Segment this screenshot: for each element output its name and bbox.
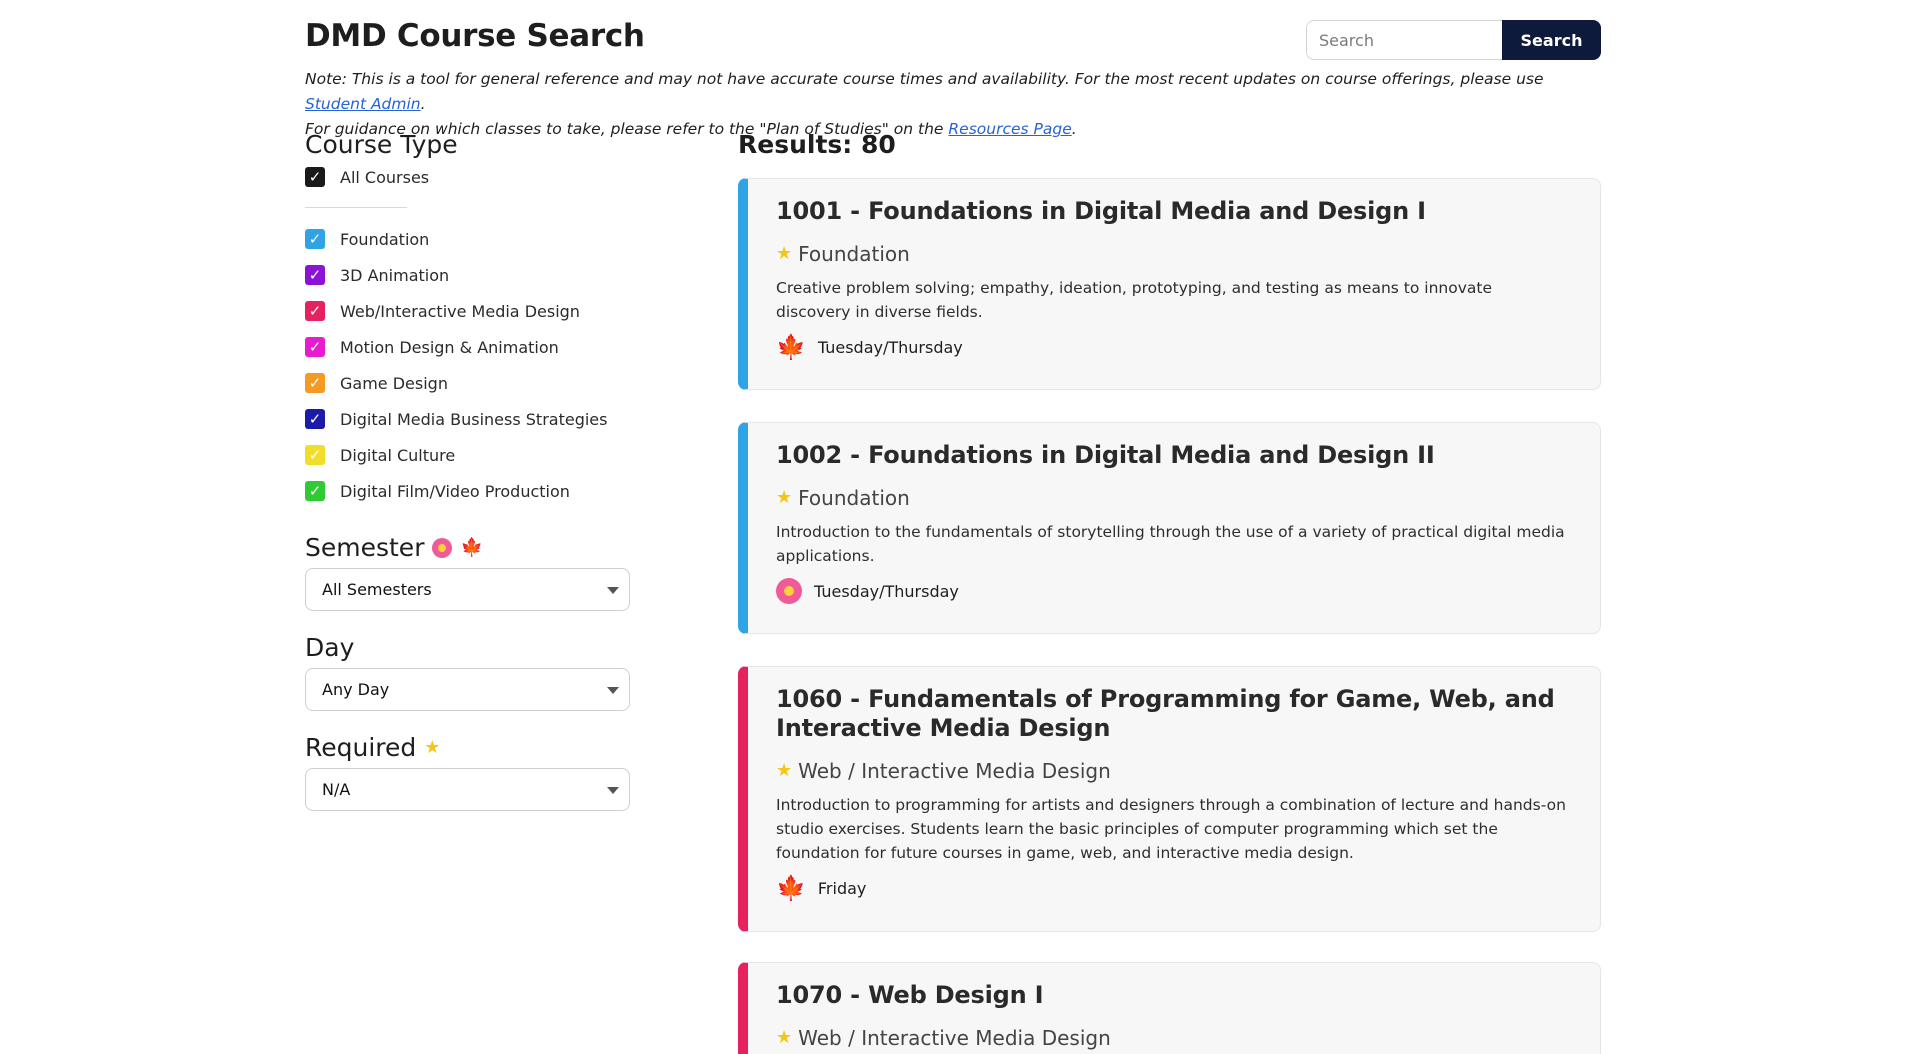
- semester-heading: Semester 🍁: [305, 533, 635, 562]
- course-type-label: Foundation: [798, 242, 910, 266]
- star-icon: ★: [776, 1027, 793, 1048]
- checkbox-course-type[interactable]: ✓ Web/Interactive Media Design: [305, 293, 635, 329]
- day-select-value: Any Day: [322, 680, 390, 699]
- course-description: Introduction to the fundamentals of stor…: [776, 523, 1565, 565]
- results-panel: Results: 80 1001 - Foundations in Digita…: [738, 130, 1601, 1054]
- course-type: ★ Web / Interactive Media Design: [776, 1026, 1570, 1050]
- filter-divider: [305, 207, 407, 208]
- search-input[interactable]: [1306, 20, 1502, 60]
- required-heading-text: Required: [305, 733, 417, 762]
- course-schedule: 🍁 Tuesday/Thursday: [776, 332, 1570, 362]
- semester-select-value: All Semesters: [322, 580, 432, 599]
- star-icon: ★: [776, 760, 793, 781]
- checkbox-all-courses[interactable]: ✓ All Courses: [305, 159, 635, 195]
- all-courses-checkbox-icon[interactable]: ✓: [305, 167, 325, 187]
- day-select[interactable]: Any Day: [305, 668, 630, 711]
- page: DMD Course Search Search Note: This is a…: [305, 0, 1601, 1054]
- leaf-icon: 🍁: [776, 874, 806, 902]
- checkbox-course-type[interactable]: ✓ Game Design: [305, 365, 635, 401]
- checkbox-icon[interactable]: ✓: [305, 481, 325, 501]
- course-card[interactable]: 1070 - Web Design I ★ Web / Interactive …: [738, 962, 1601, 1054]
- chevron-down-icon: [607, 687, 619, 694]
- course-type: ★ Web / Interactive Media Design: [776, 759, 1570, 783]
- star-icon: ★: [776, 487, 793, 508]
- course-card[interactable]: 1002 - Foundations in Digital Media and …: [738, 422, 1601, 634]
- course-days: Tuesday/Thursday: [814, 581, 959, 601]
- course-type: ★ Foundation: [776, 242, 1570, 266]
- course-type-label: Web / Interactive Media Design: [798, 759, 1111, 783]
- course-type-option-label: Digital Film/Video Production: [340, 481, 570, 501]
- course-days: Tuesday/Thursday: [817, 337, 963, 357]
- required-select-value: N/A: [322, 780, 351, 799]
- course-type-list: ✓ Foundation ✓ 3D Animation ✓ Web/Interactive…: [305, 221, 635, 509]
- course-title: 1002 - Foundations in Digital Media and …: [776, 441, 1435, 469]
- leaf-icon: 🍁: [776, 333, 806, 361]
- checkbox-course-type[interactable]: ✓ Motion Design & Animation: [305, 329, 635, 365]
- course-title: 1070 - Web Design I: [776, 981, 1044, 1009]
- note-line1-text: Note: This is a tool for general referen…: [305, 70, 1544, 88]
- required-heading: Required ★: [305, 733, 635, 762]
- course-type: ★ Foundation: [776, 486, 1570, 510]
- checkbox-course-type[interactable]: ✓ Digital Film/Video Production: [305, 473, 635, 509]
- checkbox-course-type[interactable]: ✓ 3D Animation: [305, 257, 635, 293]
- checkbox-course-type[interactable]: ✓ Digital Media Business Strategies: [305, 401, 635, 437]
- course-title: 1060 - Fundamentals of Programming for G…: [776, 685, 1555, 742]
- search-bar: Search: [1306, 20, 1601, 60]
- course-description: Introduction to programming for artists …: [776, 796, 1566, 862]
- star-icon: ★: [424, 736, 441, 758]
- course-description: Creative problem solving; empathy, ideat…: [776, 279, 1492, 321]
- chevron-down-icon: [607, 587, 619, 594]
- course-type-option-label: Web/Interactive Media Design: [340, 301, 580, 321]
- chevron-down-icon: [607, 787, 619, 794]
- course-card[interactable]: 1060 - Fundamentals of Programming for G…: [738, 666, 1601, 932]
- all-courses-label: All Courses: [340, 167, 430, 187]
- leaf-icon: 🍁: [460, 536, 483, 558]
- flower-icon: [432, 537, 453, 558]
- checkbox-icon[interactable]: ✓: [305, 229, 325, 249]
- course-type-option-label: Digital Culture: [340, 445, 456, 465]
- filter-sidebar: Course Type ✓ All Courses ✓ Foundation ✓ 3D…: [305, 130, 635, 811]
- course-type-label: Web / Interactive Media Design: [798, 1026, 1111, 1050]
- results-count: Results: 80: [738, 130, 896, 159]
- checkbox-icon[interactable]: ✓: [305, 337, 325, 357]
- flower-icon: [776, 578, 802, 604]
- checkbox-course-type[interactable]: ✓ Digital Culture: [305, 437, 635, 473]
- checkbox-icon[interactable]: ✓: [305, 445, 325, 465]
- checkbox-icon[interactable]: ✓: [305, 265, 325, 285]
- course-type-heading-text: Course Type: [305, 130, 458, 159]
- day-heading: Day: [305, 633, 635, 662]
- semester-select[interactable]: All Semesters: [305, 568, 630, 611]
- checkbox-course-type[interactable]: ✓ Foundation: [305, 221, 635, 257]
- course-type-option-label: Motion Design & Animation: [340, 337, 559, 357]
- checkbox-icon[interactable]: ✓: [305, 301, 325, 321]
- search-button[interactable]: Search: [1502, 20, 1601, 60]
- day-heading-text: Day: [305, 633, 355, 662]
- course-type-label: Foundation: [798, 486, 910, 510]
- course-type-option-label: Foundation: [340, 229, 430, 249]
- page-title: DMD Course Search: [305, 18, 645, 54]
- course-type-heading: Course Type: [305, 130, 635, 159]
- course-type-option-label: Game Design: [340, 373, 448, 393]
- checkbox-icon[interactable]: ✓: [305, 409, 325, 429]
- checkbox-icon[interactable]: ✓: [305, 373, 325, 393]
- star-icon: ★: [776, 243, 793, 264]
- course-title: 1001 - Foundations in Digital Media and …: [776, 197, 1426, 225]
- course-schedule: 🍁 Friday: [776, 873, 1570, 903]
- student-admin-link[interactable]: Student Admin: [305, 95, 421, 113]
- course-days: Friday: [817, 878, 867, 898]
- course-type-option-label: 3D Animation: [340, 265, 450, 285]
- required-select[interactable]: N/A: [305, 768, 630, 811]
- course-card[interactable]: 1001 - Foundations in Digital Media and …: [738, 178, 1601, 390]
- course-type-option-label: Digital Media Business Strategies: [340, 409, 608, 429]
- semester-heading-text: Semester: [305, 533, 425, 562]
- course-schedule: Tuesday/Thursday: [776, 576, 1570, 606]
- note-line1-suffix: .: [420, 95, 426, 113]
